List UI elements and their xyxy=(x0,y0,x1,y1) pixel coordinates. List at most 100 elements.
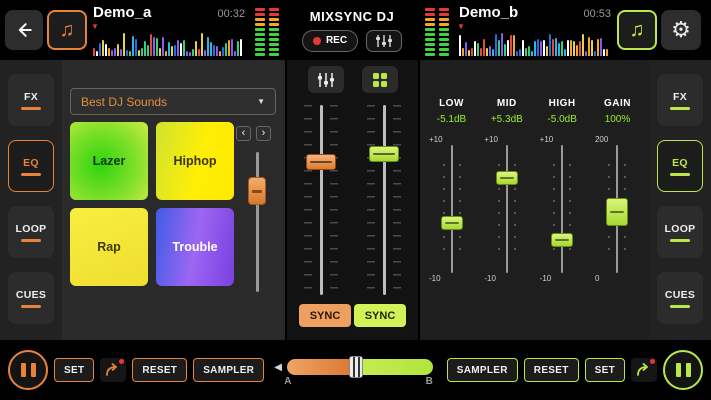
waveform-bar xyxy=(501,33,503,56)
mixer-sliders-icon xyxy=(375,34,393,48)
deck-a-vu-meter xyxy=(251,4,283,56)
deck-a-play-pause-button[interactable] xyxy=(8,350,48,390)
eq-slider[interactable]: +10-10 xyxy=(424,133,479,285)
sidebar-item-loop[interactable]: LOOP xyxy=(657,206,703,258)
pads-prev-button[interactable]: ‹ xyxy=(236,126,251,141)
deck-a-reset-button[interactable]: RESET xyxy=(132,358,187,382)
slider-track xyxy=(256,152,259,292)
deck-b-track-button[interactable]: ♫ xyxy=(617,10,657,50)
deck-a-sampler-button[interactable]: SAMPLER xyxy=(193,358,264,382)
eq-slider-track xyxy=(590,145,645,273)
eq-slider-handle[interactable] xyxy=(606,198,628,226)
eq-channel-value: -5.1dB xyxy=(437,114,466,125)
pitch-fader-a-handle[interactable] xyxy=(306,154,336,170)
back-arrow-icon xyxy=(14,20,34,40)
waveform-bar xyxy=(495,34,497,56)
transport-bar: SET RESET SAMPLER ◀ A B SAMPLER RESET SE… xyxy=(0,340,711,400)
waveform-bar xyxy=(153,37,155,56)
sampler-pad-trouble[interactable]: Trouble xyxy=(156,208,234,286)
vu-led xyxy=(255,23,265,26)
deck-b-reset-button[interactable]: RESET xyxy=(524,358,579,382)
waveform-bar xyxy=(195,41,197,56)
pitch-fader-b-handle[interactable] xyxy=(369,146,399,162)
sampler-pad-rap[interactable]: Rap xyxy=(70,208,148,286)
sidebar-item-loop[interactable]: LOOP xyxy=(8,206,54,258)
sidebar-item-fx[interactable]: FX xyxy=(8,74,54,126)
sidebar-item-fx[interactable]: FX xyxy=(657,74,703,126)
deck-a-set-button[interactable]: SET xyxy=(54,358,94,382)
waveform-bar xyxy=(126,50,128,56)
waveform-bar xyxy=(141,48,143,56)
accent-underline xyxy=(21,305,41,308)
chevron-right-icon: › xyxy=(262,128,266,139)
deck-a-sync-button[interactable]: SYNC xyxy=(299,304,351,327)
pads-next-button[interactable]: › xyxy=(256,126,271,141)
sidebar-item-label: LOOP xyxy=(665,223,696,235)
waveform-bar xyxy=(228,40,230,56)
waveform-bar xyxy=(564,49,566,56)
eq-slider[interactable]: +10-10 xyxy=(479,133,534,285)
eq-slider-handle[interactable] xyxy=(441,216,463,230)
sidebar-item-label: EQ xyxy=(23,157,39,169)
preset-dropdown[interactable]: Best DJ Sounds ▼ xyxy=(70,88,276,115)
record-button[interactable]: REC xyxy=(302,30,358,52)
eq-channel-high: HIGH-5.0dB+10-10 xyxy=(535,60,590,340)
notification-dot xyxy=(650,359,655,364)
eq-slider-handle[interactable] xyxy=(496,171,518,185)
vu-led xyxy=(439,48,449,51)
waveform-bar xyxy=(231,39,233,56)
deck-b-title[interactable]: Demo_b xyxy=(459,4,518,21)
sampler-volume-slider[interactable] xyxy=(238,152,276,292)
crossfader-left-arrow-icon[interactable]: ◀ xyxy=(274,362,282,373)
accent-underline xyxy=(670,305,690,308)
back-button[interactable] xyxy=(5,10,43,50)
sidebar-item-eq[interactable]: EQ xyxy=(8,140,54,192)
crossfader-handle[interactable] xyxy=(349,356,363,378)
accent-underline xyxy=(21,173,41,176)
sidebar-item-cues[interactable]: CUES xyxy=(657,272,703,324)
deck-b-set-button[interactable]: SET xyxy=(585,358,625,382)
vu-led xyxy=(439,18,449,21)
waveform-bar xyxy=(597,39,599,56)
settings-button[interactable]: ⚙ xyxy=(661,10,701,50)
waveform-bar xyxy=(219,51,221,56)
deck-a-title[interactable]: Demo_a xyxy=(93,4,151,21)
deck-b-waveform[interactable] xyxy=(459,30,611,56)
waveform-bar xyxy=(150,34,152,56)
deck-b-jump-button[interactable] xyxy=(631,358,657,382)
deck-a-waveform[interactable] xyxy=(93,30,245,56)
sampler-pad-lazer[interactable]: Lazer xyxy=(70,122,148,200)
eq-channel-low: LOW-5.1dB+10-10 xyxy=(424,60,479,340)
eq-scale-top: 200 xyxy=(595,135,608,144)
eq-slider-handle[interactable] xyxy=(551,233,573,247)
mixer-view-button[interactable] xyxy=(366,30,402,52)
eq-slider-track xyxy=(479,145,534,273)
waveform-bar xyxy=(519,49,521,56)
waveform-bar xyxy=(180,43,182,56)
deck-b-pitch-fader[interactable] xyxy=(362,105,406,295)
eq-slider[interactable]: +10-10 xyxy=(535,133,590,285)
deck-b-sampler-button[interactable]: SAMPLER xyxy=(447,358,518,382)
deck-a-jump-button[interactable] xyxy=(100,358,126,382)
sidebar-item-cues[interactable]: CUES xyxy=(8,272,54,324)
sidebar-item-eq[interactable]: EQ xyxy=(657,140,703,192)
eq-slider[interactable]: 2000 xyxy=(590,133,645,285)
deck-a-track-button[interactable]: ♫ xyxy=(47,10,87,50)
vu-led xyxy=(439,53,449,56)
record-label: REC xyxy=(326,35,347,46)
sampler-volume-handle[interactable] xyxy=(248,177,266,205)
deck-b-play-pause-button[interactable] xyxy=(663,350,703,390)
deck-b-sync-button[interactable]: SYNC xyxy=(354,304,406,327)
deck-b-display: Demo_b 00:53 ▼ xyxy=(457,2,613,58)
pads-view-button[interactable] xyxy=(362,66,398,93)
faders-view-button[interactable] xyxy=(308,66,344,93)
sampler-pad-hiphop[interactable]: Hiphop xyxy=(156,122,234,200)
vu-led xyxy=(269,53,279,56)
top-bar: ♫ Demo_a 00:32 ▼ MIXSYNC DJ REC xyxy=(0,0,711,60)
waveform-bar xyxy=(600,38,602,56)
grid-icon xyxy=(372,72,388,88)
sidebar-item-label: CUES xyxy=(665,289,695,301)
deck-a-pitch-fader[interactable] xyxy=(299,105,343,295)
vu-meter-column xyxy=(425,8,435,56)
vu-meter-column xyxy=(439,8,449,56)
